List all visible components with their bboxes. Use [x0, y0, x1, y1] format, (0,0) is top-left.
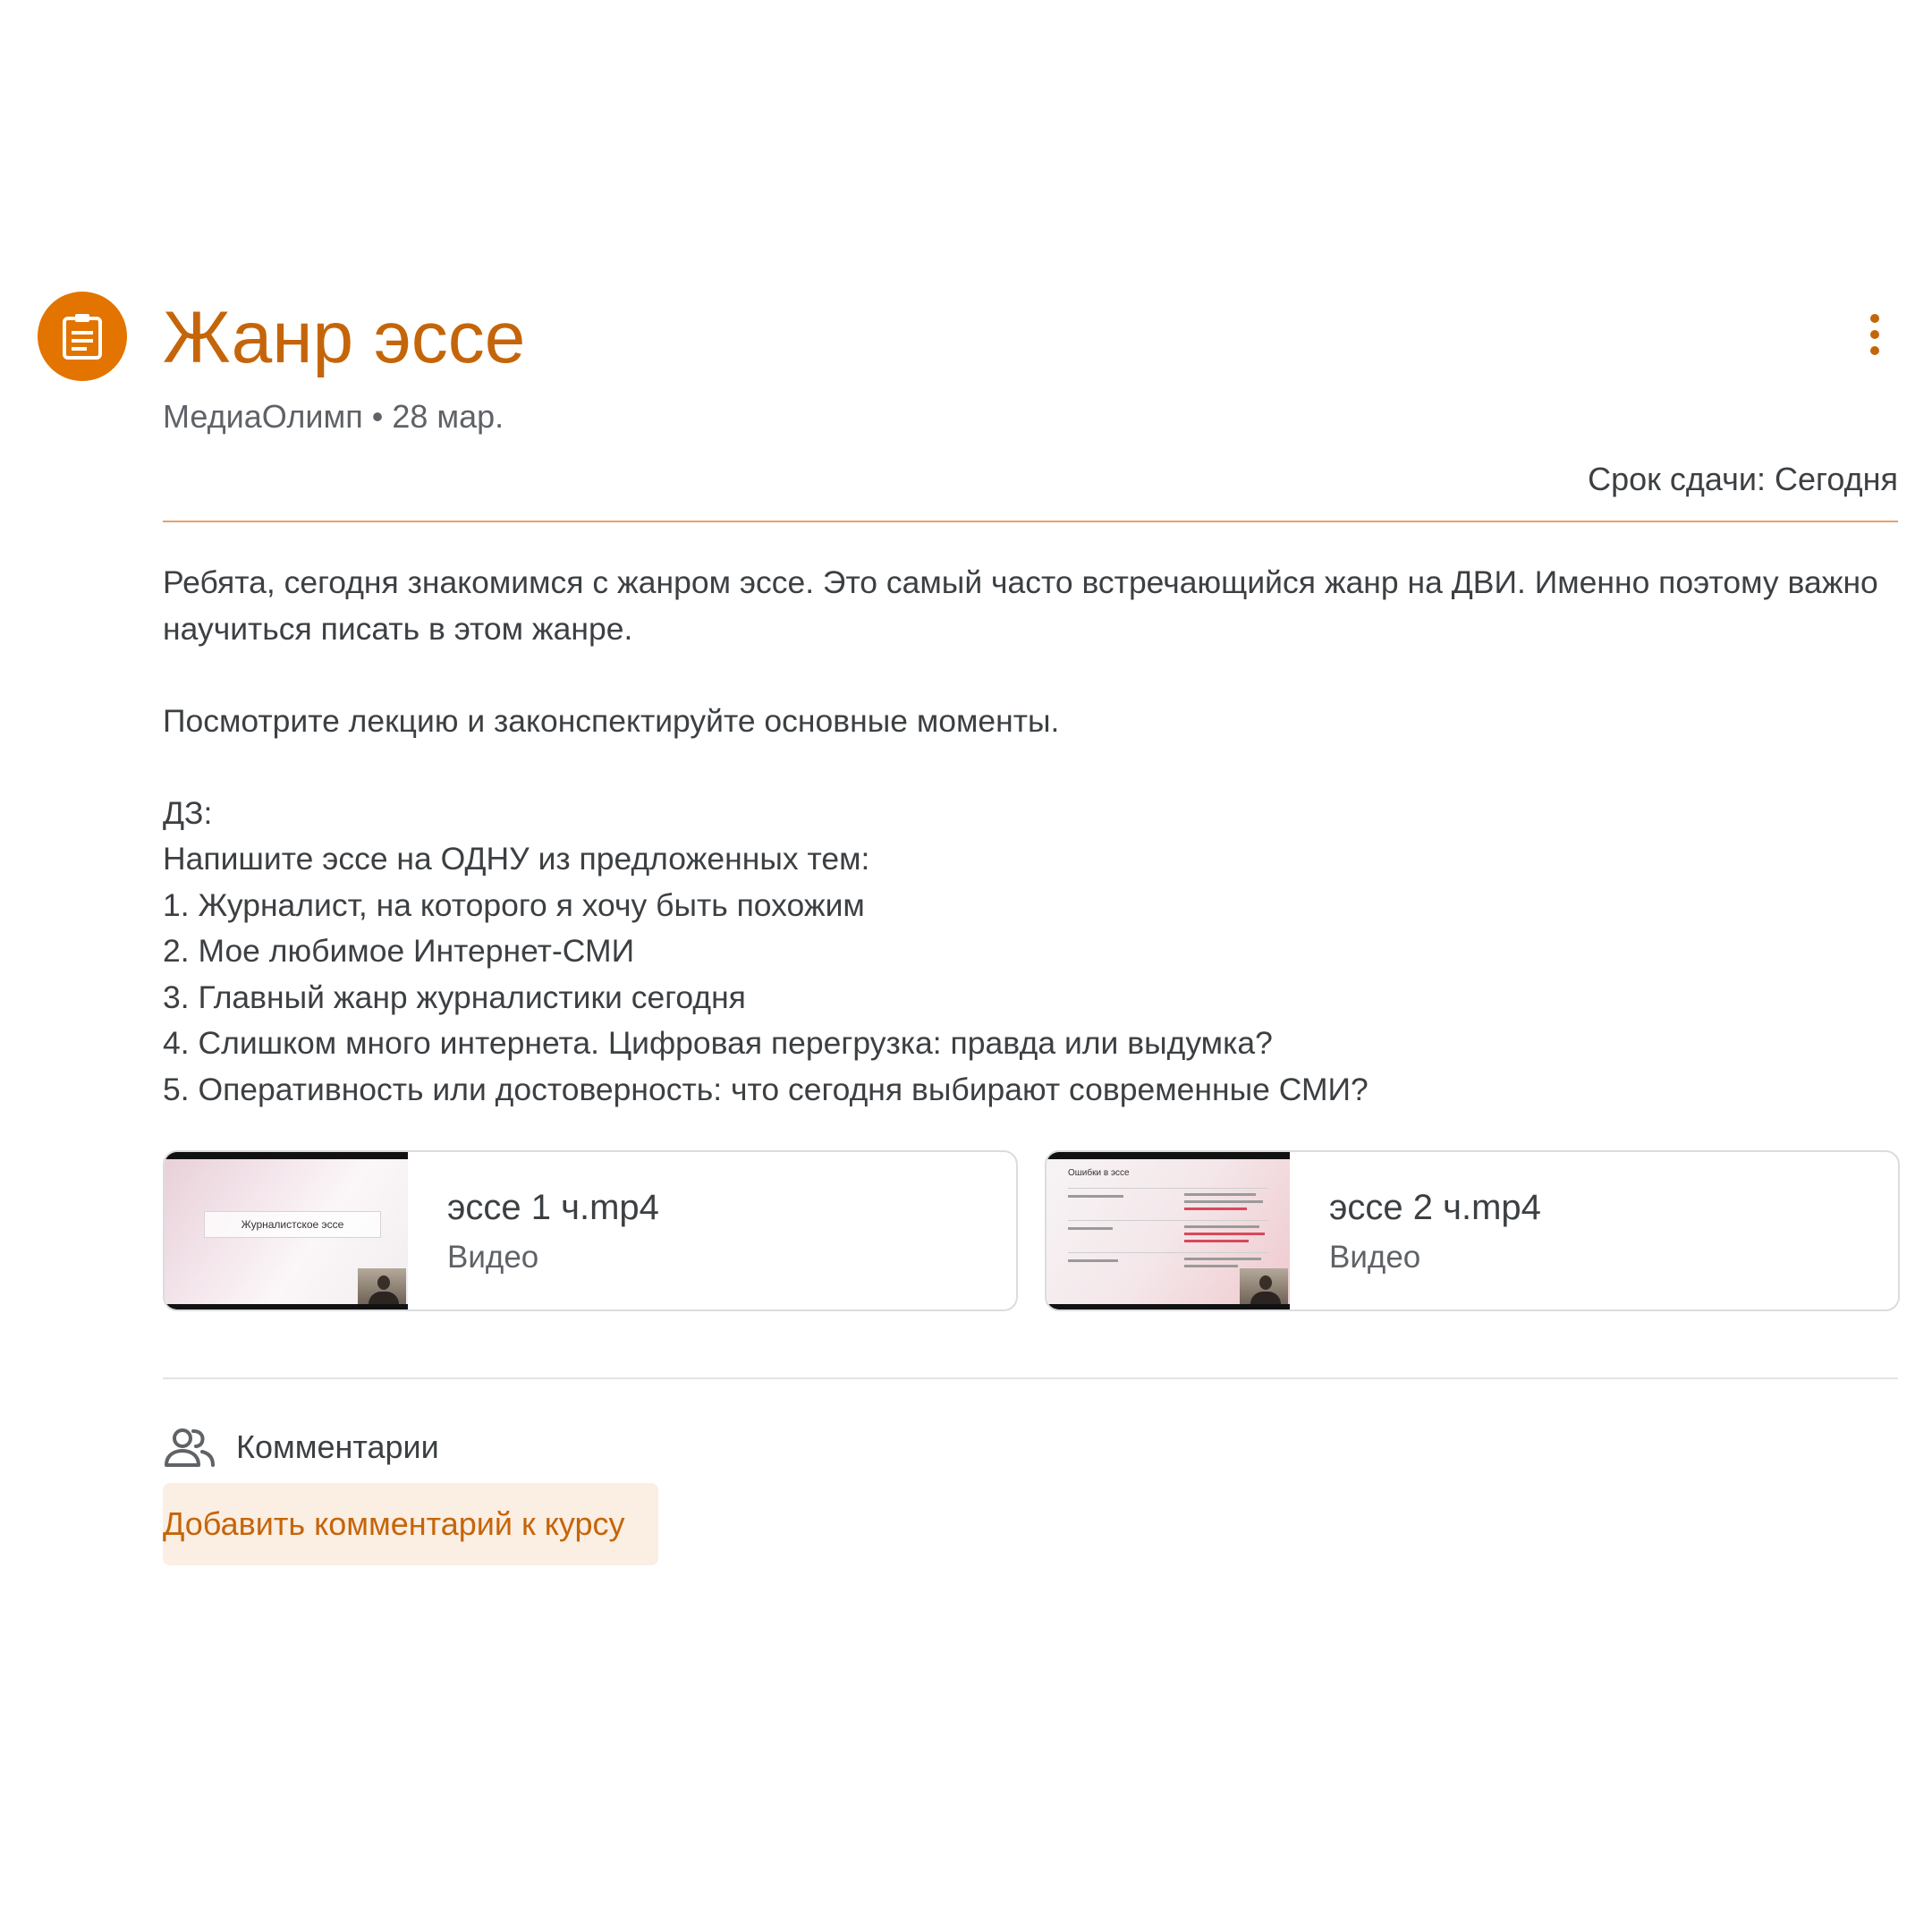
- topic-item: 5. Оперативность или достоверность: что …: [163, 1071, 1368, 1107]
- topic-item: 2. Мое любимое Интернет-СМИ: [163, 933, 635, 969]
- topic-item: 1. Журналист, на которого я хочу быть по…: [163, 886, 865, 923]
- attachment-name: эссе 2 ч.mp4: [1329, 1188, 1541, 1227]
- comments-header: Комментарии: [163, 1422, 439, 1472]
- assignment-description: Ребята, сегодня знакомимся с жанром эссе…: [163, 560, 1898, 1113]
- comments-divider: [163, 1377, 1898, 1379]
- more-vert-icon-dot: [1870, 346, 1879, 355]
- attachment-name: эссе 1 ч.mp4: [447, 1188, 659, 1227]
- video-thumbnail: Журналистское эссе: [165, 1152, 408, 1309]
- attachment-video-1[interactable]: Журналистское эссе эссе 1 ч.mp4 Видео: [163, 1150, 1018, 1311]
- topic-item: 3. Главный жанр журналистики сегодня: [163, 979, 746, 1015]
- thumbnail-slide-table: [1068, 1188, 1268, 1286]
- presenter-thumbnail: [1240, 1268, 1288, 1304]
- add-class-comment-button[interactable]: Добавить комментарий к курсу: [163, 1483, 658, 1565]
- clipboard-icon: [63, 314, 102, 360]
- thumbnail-slide-title: Ошибки в эссе: [1068, 1168, 1130, 1178]
- homework-label: ДЗ:: [163, 794, 213, 831]
- thumbnail-slide-title: Журналистское эссе: [204, 1211, 381, 1238]
- more-vert-icon: [1870, 314, 1879, 323]
- people-icon: [165, 1428, 215, 1467]
- attachment-type: Видео: [1329, 1240, 1421, 1275]
- video-thumbnail: Ошибки в эссе: [1046, 1152, 1290, 1309]
- description-paragraph: Посмотрите лекцию и законспектируйте осн…: [163, 702, 1060, 739]
- more-options-button[interactable]: [1852, 308, 1898, 361]
- more-vert-icon-dot: [1870, 330, 1879, 339]
- attachment-video-2[interactable]: Ошибки в эссе эссе 2 ч.mp4 Видео: [1045, 1150, 1900, 1311]
- presenter-thumbnail: [358, 1268, 406, 1304]
- topic-item: 4. Слишком много интернета. Цифровая пер…: [163, 1025, 1273, 1061]
- due-date: Срок сдачи: Сегодня: [1588, 461, 1898, 497]
- add-comment-label: Добавить комментарий к курсу: [163, 1505, 625, 1542]
- comments-label: Комментарии: [236, 1428, 439, 1465]
- assignment-meta: МедиаОлимп • 28 мар.: [163, 398, 504, 435]
- header-divider: [163, 521, 1898, 522]
- description-paragraph: Ребята, сегодня знакомимся с жанром эссе…: [163, 564, 1878, 647]
- homework-intro: Напишите эссе на ОДНУ из предложенных те…: [163, 841, 870, 877]
- assignment-icon: [38, 292, 127, 381]
- attachment-type: Видео: [447, 1240, 539, 1275]
- assignment-title: Жанр эссе: [163, 297, 526, 378]
